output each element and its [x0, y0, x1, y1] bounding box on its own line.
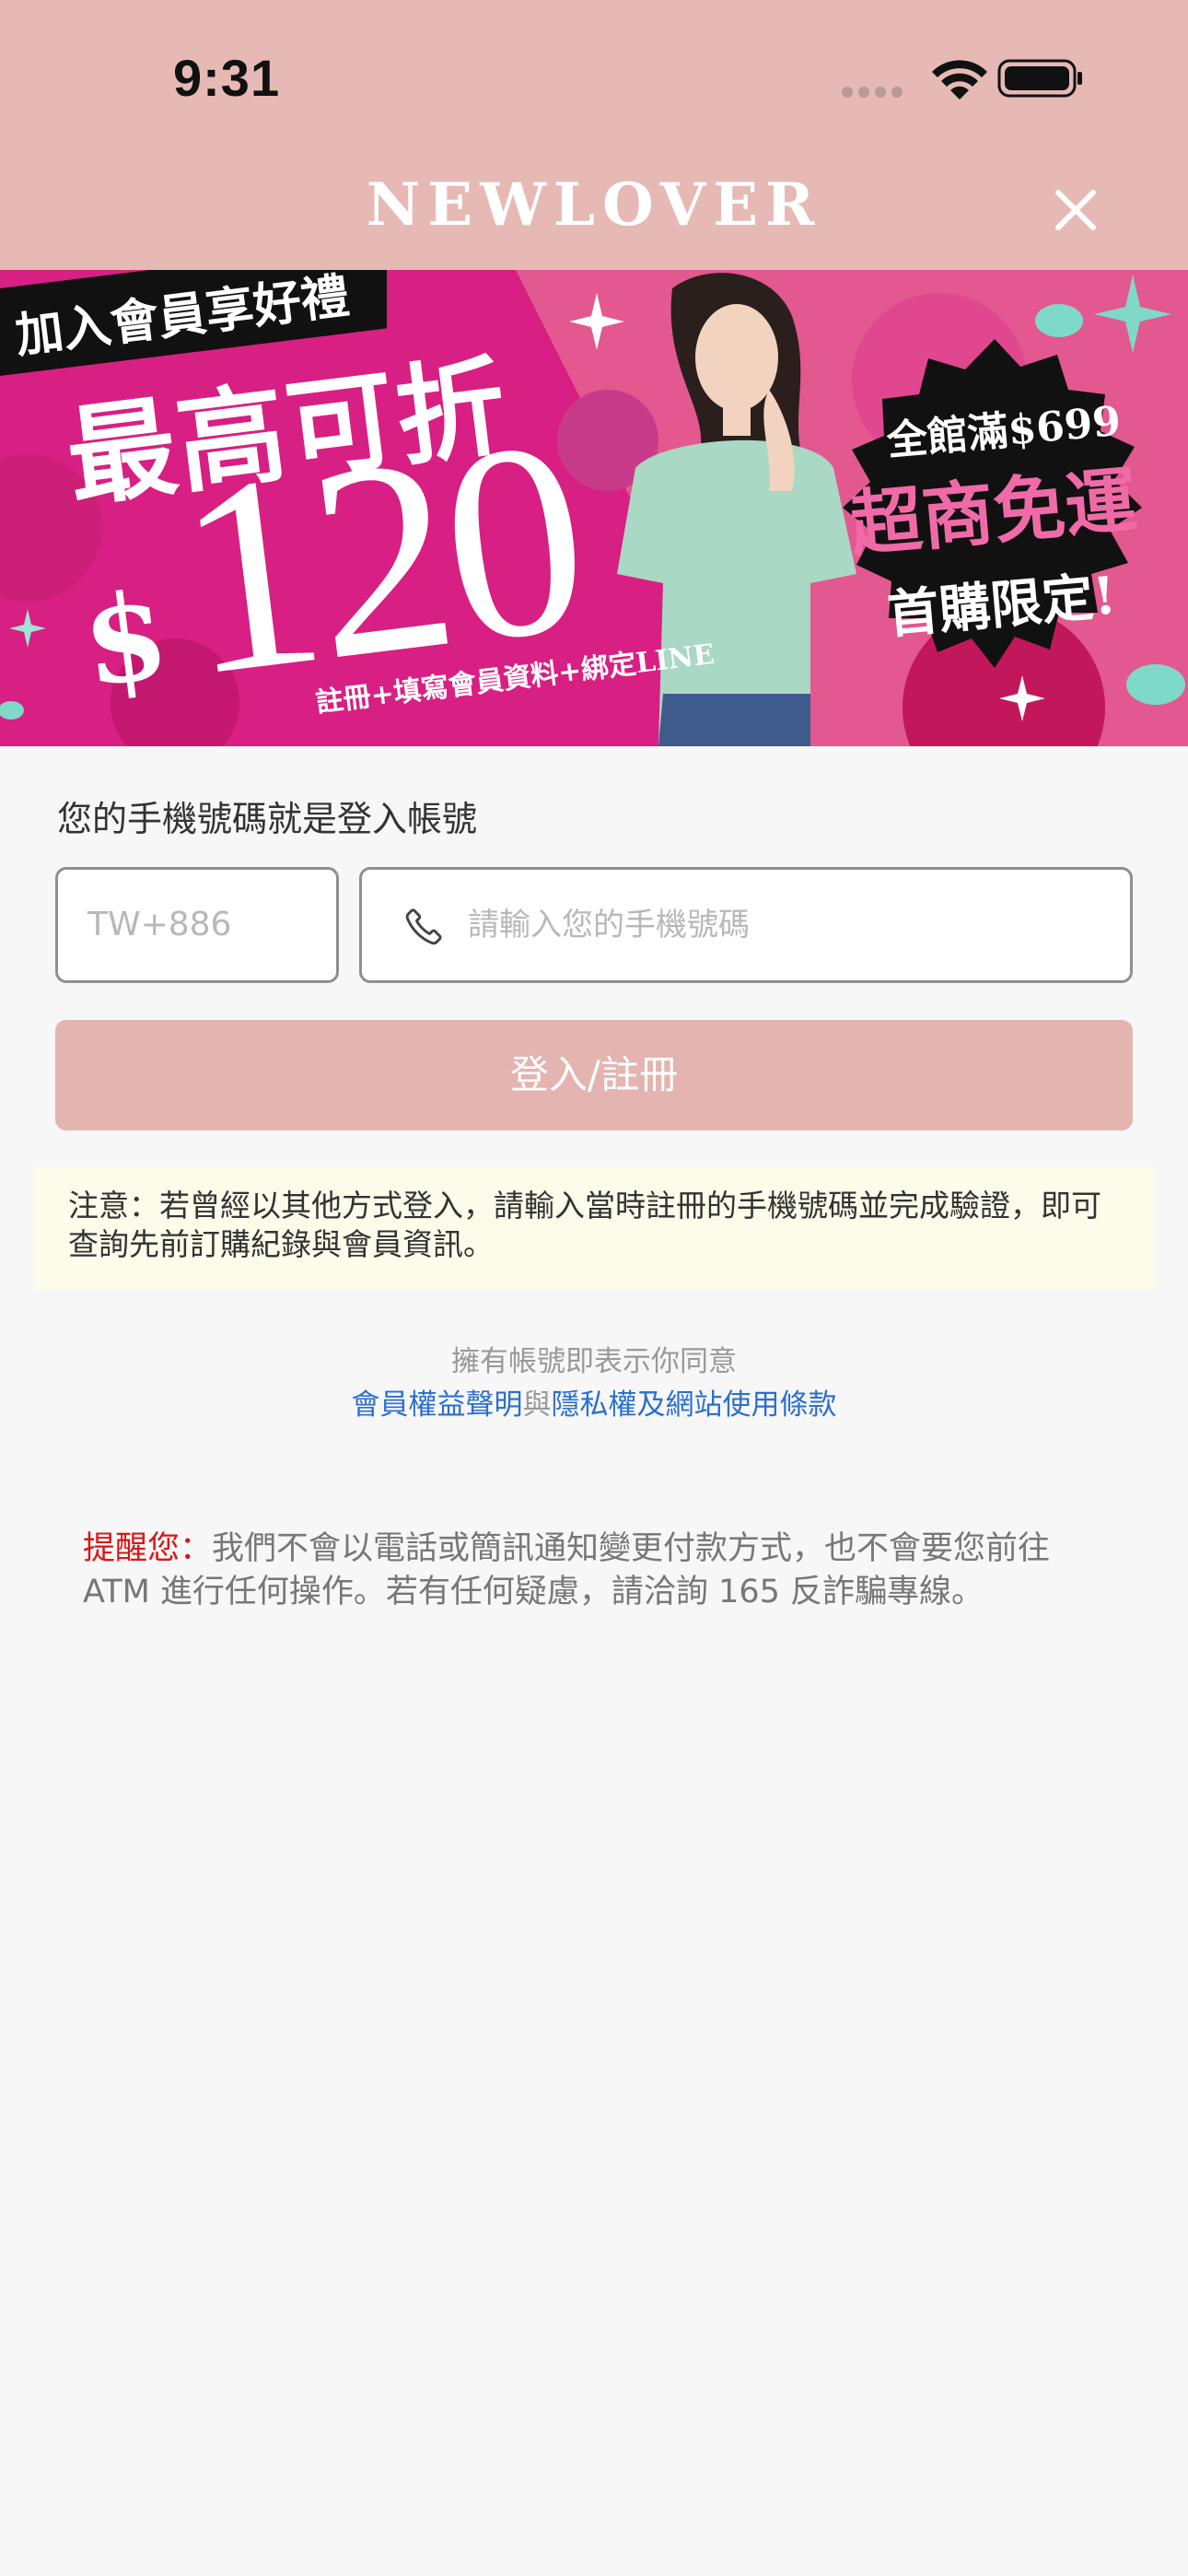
phone-account-label: 您的手機號碼就是登入帳號 — [57, 799, 478, 839]
reminder-lead: 提醒您： — [83, 1530, 213, 1567]
app-title: NEWLOVER — [366, 170, 822, 240]
reminder-body: 我們不會以電話或簡訊通知變更付款方式，也不會要您前往 ATM 進行任何操作。若有… — [83, 1530, 1051, 1610]
promo-banner[interactable]: 加入會員享好禮 最高可折 $ 120 註冊+填寫會員資料+綁定LINE 全館滿$… — [0, 270, 1188, 746]
status-icons — [842, 59, 1082, 100]
banner-currency: $ — [76, 563, 176, 714]
phone-field[interactable] — [359, 867, 1133, 983]
header: 9:31 NEWLOVER — [0, 0, 1188, 270]
phone-input[interactable] — [468, 872, 1112, 978]
agreement-connector: 與 — [522, 1388, 552, 1422]
close-icon — [1055, 190, 1096, 230]
login-register-button[interactable]: 登入/註冊 — [55, 1020, 1133, 1130]
cellular-signal-icon — [842, 87, 903, 98]
status-time: 9:31 — [173, 49, 281, 107]
member-rights-link[interactable]: 會員權益聲明 — [352, 1388, 523, 1422]
privacy-terms-link[interactable]: 隱私權及網站使用條款 — [552, 1388, 837, 1422]
country-code-field[interactable]: TW+886 — [55, 867, 339, 983]
agreement-intro: 擁有帳號即表示你同意 — [451, 1345, 737, 1378]
fraud-reminder: 提醒您：我們不會以電話或簡訊通知變更付款方式，也不會要您前往 ATM 進行任何操… — [83, 1528, 1105, 1614]
login-page: 9:31 NEWLOVER 加入會員享好禮 最高可折 $ 120 註冊+填寫會員… — [0, 0, 1188, 2576]
notice-box: 注意：若曾經以其他方式登入，請輸入當時註冊的手機號碼並完成驗證，即可查詢先前訂購… — [33, 1166, 1155, 1289]
agreement-links: 會員權益聲明與隱私權及網站使用條款 — [0, 1381, 1188, 1423]
close-button[interactable] — [1045, 180, 1106, 240]
wifi-icon — [932, 60, 987, 100]
phone-icon — [405, 908, 442, 945]
battery-icon — [997, 59, 1082, 98]
